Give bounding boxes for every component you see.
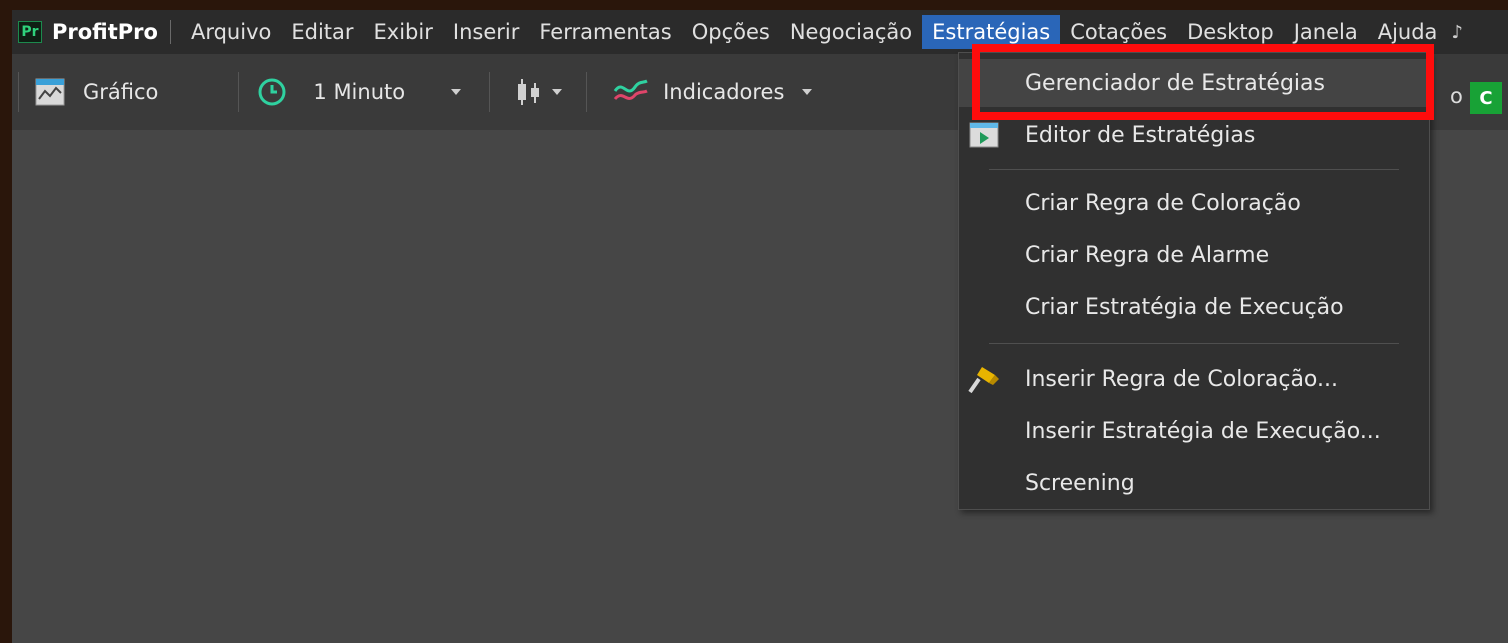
interval-label: 1 Minuto <box>313 80 406 104</box>
menu-item-criar-estrategia-execucao[interactable]: Criar Estratégia de Execução <box>959 283 1429 331</box>
menu-inserir[interactable]: Inserir <box>443 15 529 49</box>
menu-item-gerenciador-estrategias[interactable]: Gerenciador de Estratégias <box>959 59 1429 107</box>
indicators-label: Indicadores <box>663 80 785 104</box>
menu-desktop[interactable]: Desktop <box>1177 15 1284 49</box>
menu-separator <box>989 343 1399 344</box>
menu-opcoes[interactable]: Opções <box>682 15 780 49</box>
chevron-down-icon <box>802 89 813 95</box>
menu-item-label: Criar Regra de Coloração <box>1025 190 1301 216</box>
menu-item-label: Editor de Estratégias <box>1025 122 1256 148</box>
menu-cotacoes[interactable]: Cotações <box>1060 15 1177 49</box>
menu-negociacao[interactable]: Negociação <box>780 15 922 49</box>
menu-ferramentas[interactable]: Ferramentas <box>529 15 681 49</box>
clock-icon <box>258 78 286 106</box>
menu-item-label: Screening <box>1025 470 1135 496</box>
menu-item-label: Inserir Estratégia de Execução... <box>1025 418 1381 444</box>
menu-janela[interactable]: Janela <box>1284 15 1368 49</box>
menu-overflow-icon[interactable]: ♪ <box>1451 22 1463 43</box>
menu-estrategias[interactable]: Estratégias <box>922 15 1061 49</box>
chevron-down-icon <box>552 89 563 95</box>
line-chart-icon <box>35 78 65 106</box>
toolbar-divider <box>586 72 588 112</box>
paint-brush-icon <box>968 367 999 394</box>
menu-item-label: Criar Estratégia de Execução <box>1025 294 1344 320</box>
toolbar-divider <box>489 72 491 112</box>
menu-exibir[interactable]: Exibir <box>364 15 443 49</box>
toolbar-partial-text: o <box>1450 84 1463 108</box>
interval-selector[interactable]: 1 Minuto <box>257 77 462 107</box>
menu-item-inserir-regra-coloracao[interactable]: Inserir Regra de Coloração... <box>959 355 1429 403</box>
estrategias-dropdown-menu: Gerenciador de Estratégias Editor de Est… <box>958 52 1430 510</box>
menu-item-criar-regra-alarme[interactable]: Criar Regra de Alarme <box>959 231 1429 279</box>
menu-editar[interactable]: Editar <box>281 15 363 49</box>
chart-button[interactable]: Gráfico <box>35 78 158 106</box>
menu-item-screening[interactable]: Screening <box>959 459 1429 507</box>
menu-arquivo[interactable]: Arquivo <box>181 15 281 49</box>
candlestick-icon <box>518 79 540 105</box>
indicators-icon <box>613 79 648 101</box>
toolbar-divider <box>238 72 240 112</box>
menu-item-label: Inserir Regra de Coloração... <box>1025 366 1338 392</box>
menu-item-label: Gerenciador de Estratégias <box>1025 70 1325 96</box>
toolbar-divider <box>18 72 19 112</box>
menu-item-editor-estrategias[interactable]: Editor de Estratégias <box>959 111 1429 159</box>
menu-divider <box>169 20 171 44</box>
menu-item-label: Criar Regra de Alarme <box>1025 242 1270 268</box>
menu-item-inserir-estrategia-execucao[interactable]: Inserir Estratégia de Execução... <box>959 407 1429 455</box>
menu-bar: Pr ProfitPro Arquivo Editar Exibir Inser… <box>12 10 1508 54</box>
app-name: ProfitPro <box>52 20 158 44</box>
chevron-down-icon <box>451 89 462 95</box>
candle-type-selector[interactable] <box>516 77 563 107</box>
indicators-button[interactable]: Indicadores <box>613 77 813 107</box>
menu-separator <box>989 169 1399 170</box>
menu-item-criar-regra-coloracao[interactable]: Criar Regra de Coloração <box>959 179 1429 227</box>
app-logo-icon: Pr <box>18 21 42 43</box>
toolbar-c-button[interactable]: C <box>1470 82 1502 114</box>
app-window: Pr ProfitPro Arquivo Editar Exibir Inser… <box>12 10 1508 643</box>
chart-button-label: Gráfico <box>83 80 159 104</box>
editor-play-icon <box>969 122 999 148</box>
menu-ajuda[interactable]: Ajuda <box>1368 15 1448 49</box>
